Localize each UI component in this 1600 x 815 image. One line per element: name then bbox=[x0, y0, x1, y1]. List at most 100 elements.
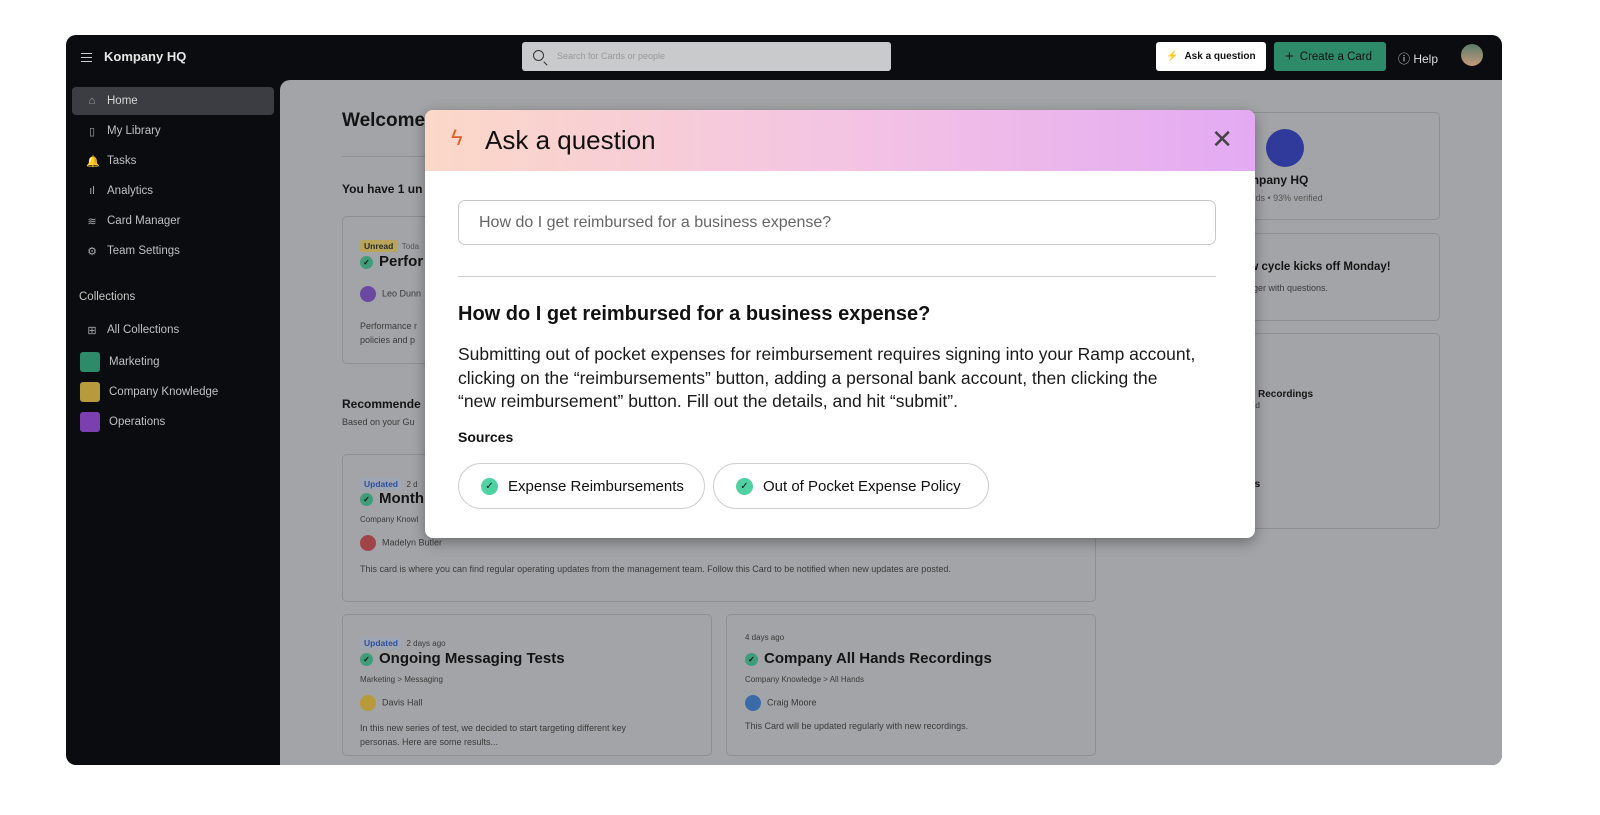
verified-icon: ✓ bbox=[745, 653, 758, 666]
question-input[interactable]: How do I get reimbursed for a business e… bbox=[458, 200, 1216, 245]
card-item[interactable]: Updated 2 days ago ✓ Ongoing Messaging Te… bbox=[342, 614, 712, 756]
nav-label: Marketing bbox=[109, 356, 160, 368]
sidebar-item-card-manager[interactable]: ≋ Card Manager bbox=[72, 207, 274, 235]
card-title: Ongoing Messaging Tests bbox=[379, 650, 565, 667]
close-icon[interactable]: ✕ bbox=[1211, 126, 1233, 152]
nav-label: Company Knowledge bbox=[109, 386, 218, 398]
collection-operations[interactable]: Operations bbox=[72, 408, 274, 436]
nav-label: Team Settings bbox=[107, 245, 180, 257]
verified-icon: ✓ bbox=[481, 478, 498, 495]
answer-question: How do I get reimbursed for a business e… bbox=[458, 303, 930, 326]
lightning-icon: ϟ bbox=[451, 125, 463, 151]
avatar bbox=[360, 286, 376, 302]
bookmark-icon: ▯ bbox=[86, 125, 98, 138]
card-desc: This card is where you can find regular … bbox=[360, 562, 980, 576]
source-pill[interactable]: ✓ Expense Reimbursements bbox=[458, 463, 705, 509]
search-input[interactable]: Search for Cards or people bbox=[522, 42, 891, 71]
updated-badge: Updated bbox=[360, 478, 402, 490]
search-placeholder: Search for Cards or people bbox=[557, 51, 665, 61]
card-title: Month bbox=[379, 490, 424, 507]
card-path: Company Knowl bbox=[360, 515, 418, 524]
modal-title: Ask a question bbox=[485, 125, 656, 156]
sidebar-item-my-library[interactable]: ▯ My Library bbox=[72, 117, 274, 145]
brain-icon bbox=[80, 382, 100, 402]
announcement-sub: nager with questions. bbox=[1243, 283, 1328, 293]
card-desc: In this new series of test, we decided t… bbox=[360, 721, 640, 749]
modal-header: ϟ Ask a question ✕ bbox=[425, 110, 1255, 171]
card-time: Toda bbox=[402, 242, 419, 251]
user-avatar[interactable] bbox=[1461, 44, 1483, 66]
sources-label: Sources bbox=[458, 429, 513, 445]
recommended-subheading: Based on your Gu bbox=[342, 417, 415, 427]
card-time: 4 days ago bbox=[745, 633, 784, 642]
recommended-heading: Recommende bbox=[342, 397, 421, 411]
card-desc: policies and p bbox=[360, 333, 417, 347]
lightning-icon: ⚡ bbox=[1166, 51, 1178, 62]
unread-badge: Unread bbox=[360, 240, 397, 252]
nav-label: Operations bbox=[109, 416, 165, 428]
ask-question-button[interactable]: ⚡ Ask a question bbox=[1156, 42, 1266, 71]
home-icon: ⌂ bbox=[86, 95, 98, 107]
sidebar-item-home[interactable]: ⌂ Home bbox=[72, 87, 274, 115]
collection-all[interactable]: ⊞ All Collections bbox=[72, 316, 274, 344]
app-title: Kompany HQ bbox=[104, 49, 186, 64]
card-author: Leo Dunn bbox=[382, 288, 421, 298]
menu-icon[interactable] bbox=[81, 53, 92, 62]
card-path: Marketing > Messaging bbox=[360, 675, 443, 684]
unread-heading: You have 1 un bbox=[342, 182, 422, 196]
welcome-heading: Welcome bbox=[342, 110, 425, 132]
bar-chart-icon: ıl bbox=[86, 185, 98, 197]
divider bbox=[458, 276, 1216, 277]
gear-icon bbox=[80, 412, 100, 432]
help-label: Help bbox=[1413, 52, 1438, 66]
card-desc: This Card will be updated regularly with… bbox=[745, 721, 968, 731]
card-title: Company All Hands Recordings bbox=[764, 650, 992, 667]
sidebar-item-tasks[interactable]: 🔔 Tasks bbox=[72, 147, 274, 175]
card-title: Perfor bbox=[379, 253, 423, 270]
card-item[interactable]: 4 days ago ✓ Company All Hands Recordings… bbox=[726, 614, 1096, 756]
nav-label: Card Manager bbox=[107, 215, 181, 227]
collection-company-knowledge[interactable]: Company Knowledge bbox=[72, 378, 274, 406]
card-author: Madelyn Butler bbox=[382, 537, 442, 547]
help-button[interactable]: ⓘ Help bbox=[1398, 50, 1438, 67]
nav-label: Tasks bbox=[107, 155, 136, 167]
search-icon bbox=[533, 50, 544, 61]
nav-label: Home bbox=[107, 95, 138, 107]
gear-icon: ⚙ bbox=[86, 245, 98, 258]
ask-label: Ask a question bbox=[1184, 51, 1255, 62]
verified-icon: ✓ bbox=[360, 256, 373, 269]
source-pill[interactable]: ✓ Out of Pocket Expense Policy bbox=[713, 463, 989, 509]
grid-icon: ⊞ bbox=[86, 324, 98, 337]
bell-icon: 🔔 bbox=[86, 155, 98, 168]
nav-label: All Collections bbox=[107, 324, 179, 336]
collections-heading: Collections bbox=[79, 291, 135, 303]
layers-icon: ≋ bbox=[86, 215, 98, 228]
source-label: Expense Reimbursements bbox=[508, 478, 684, 495]
card-desc: Performance r bbox=[360, 319, 417, 333]
avatar bbox=[745, 695, 761, 711]
avatar bbox=[360, 695, 376, 711]
nav-label: My Library bbox=[107, 125, 161, 137]
card-time: 2 days ago bbox=[406, 639, 445, 648]
verified-icon: ✓ bbox=[736, 478, 753, 495]
collection-marketing[interactable]: Marketing bbox=[72, 348, 274, 376]
verified-icon: ✓ bbox=[360, 493, 373, 506]
card-path: Company Knowledge > All Hands bbox=[745, 675, 864, 684]
create-label: Create a Card bbox=[1300, 51, 1372, 63]
avatar bbox=[360, 535, 376, 551]
ask-question-modal: ϟ Ask a question ✕ How do I get reimburs… bbox=[425, 110, 1255, 538]
plus-icon: + bbox=[1285, 48, 1294, 65]
sidebar-item-analytics[interactable]: ıl Analytics bbox=[72, 177, 274, 205]
sidebar-item-team-settings[interactable]: ⚙ Team Settings bbox=[72, 237, 274, 265]
create-card-button[interactable]: + Create a Card bbox=[1274, 42, 1386, 71]
announcement-title: ew cycle kicks off Monday! bbox=[1243, 261, 1391, 273]
nav-label: Analytics bbox=[107, 185, 153, 197]
verified-icon: ✓ bbox=[360, 653, 373, 666]
updated-badge: Updated bbox=[360, 637, 402, 649]
card-author: Craig Moore bbox=[767, 697, 817, 707]
chat-icon bbox=[80, 352, 100, 372]
card-time: 2 d bbox=[406, 480, 417, 489]
help-icon: ⓘ bbox=[1398, 52, 1413, 66]
source-label: Out of Pocket Expense Policy bbox=[763, 478, 961, 495]
answer-text: Submitting out of pocket expenses for re… bbox=[458, 343, 1198, 414]
